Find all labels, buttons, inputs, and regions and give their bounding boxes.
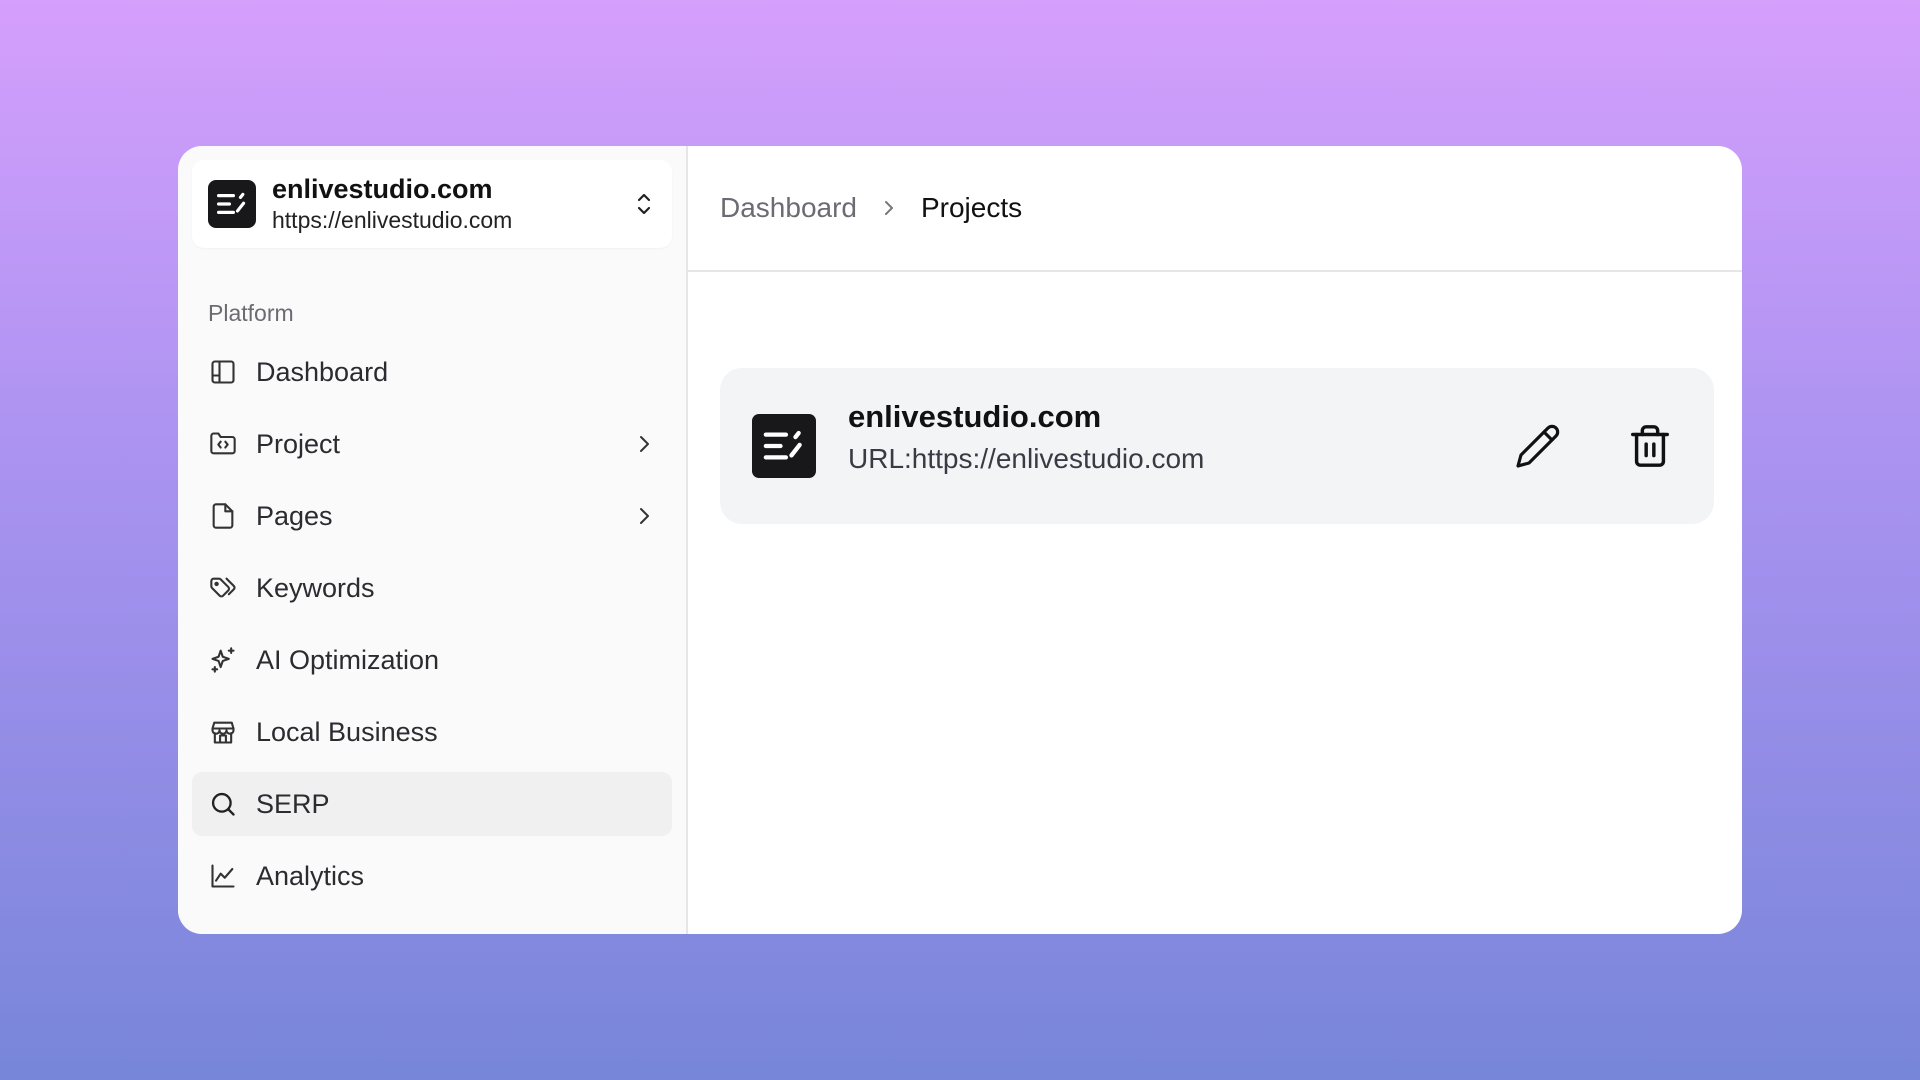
project-name: enlivestudio.com [848,399,1102,434]
workspace-logo-icon [208,180,256,228]
workspace-url: https://enlivestudio.com [272,207,513,233]
sidebar-item-label: Pages [256,500,333,531]
store-icon [208,717,238,747]
sidebar-item-serp[interactable]: SERP [192,772,672,836]
edit-project-button[interactable] [1510,418,1566,474]
breadcrumb-dashboard-link[interactable]: Dashboard [720,192,857,224]
projects-list: enlivestudio.com URL:https://enlivestudi… [688,272,1742,524]
main-area: Dashboard Projects enlivestudio.com URL:… [688,146,1742,934]
nav-group-label: Platform [208,300,294,326]
sidebar-item-label: Keywords [256,572,375,603]
line-chart-icon [208,861,238,891]
project-card[interactable]: enlivestudio.com URL:https://enlivestudi… [720,368,1714,524]
folder-code-icon [208,429,238,459]
workspace-switcher[interactable]: enlivestudio.com https://enlivestudio.co… [192,160,672,248]
sidebar-item-dashboard[interactable]: Dashboard [192,340,672,404]
breadcrumb-current: Projects [920,192,1023,223]
app-window: enlivestudio.com https://enlivestudio.co… [178,146,1742,934]
sidebar-item-pages[interactable]: Pages [192,484,672,548]
sidebar-item-label: Analytics [256,860,365,891]
sidebar-item-analytics[interactable]: Analytics [192,844,672,908]
sidebar-item-label: SERP [256,788,330,819]
sidebar-nav: Dashboard Project Pages Keywords AI Opti… [192,340,672,908]
delete-project-button[interactable] [1622,418,1678,474]
chevron-right-icon [879,198,899,218]
sidebar-item-local-business[interactable]: Local Business [192,700,672,764]
chevron-right-icon [632,432,656,456]
sidebar-item-label: Dashboard [256,356,389,387]
sidebar: enlivestudio.com https://enlivestudio.co… [178,146,688,934]
chevron-right-icon [632,504,656,528]
workspace-name: enlivestudio.com [272,174,493,204]
project-logo-icon [752,414,816,478]
tags-icon [208,573,238,603]
sidebar-item-label: AI Optimization [256,644,440,675]
sparkles-icon [208,645,238,675]
pencil-icon [1516,424,1560,468]
file-icon [208,501,238,531]
chevrons-up-down-icon [632,188,656,220]
sidebar-item-label: Project [256,428,341,459]
sidebar-item-keywords[interactable]: Keywords [192,556,672,620]
breadcrumb: Dashboard Projects [688,146,1742,272]
sidebar-item-ai-optimization[interactable]: AI Optimization [192,628,672,692]
search-icon [208,789,238,819]
project-url: URL:https://enlivestudio.com [848,443,1205,474]
layout-panel-icon [208,357,238,387]
sidebar-item-project[interactable]: Project [192,412,672,476]
sidebar-item-label: Local Business [256,716,438,747]
trash-icon [1631,425,1669,467]
